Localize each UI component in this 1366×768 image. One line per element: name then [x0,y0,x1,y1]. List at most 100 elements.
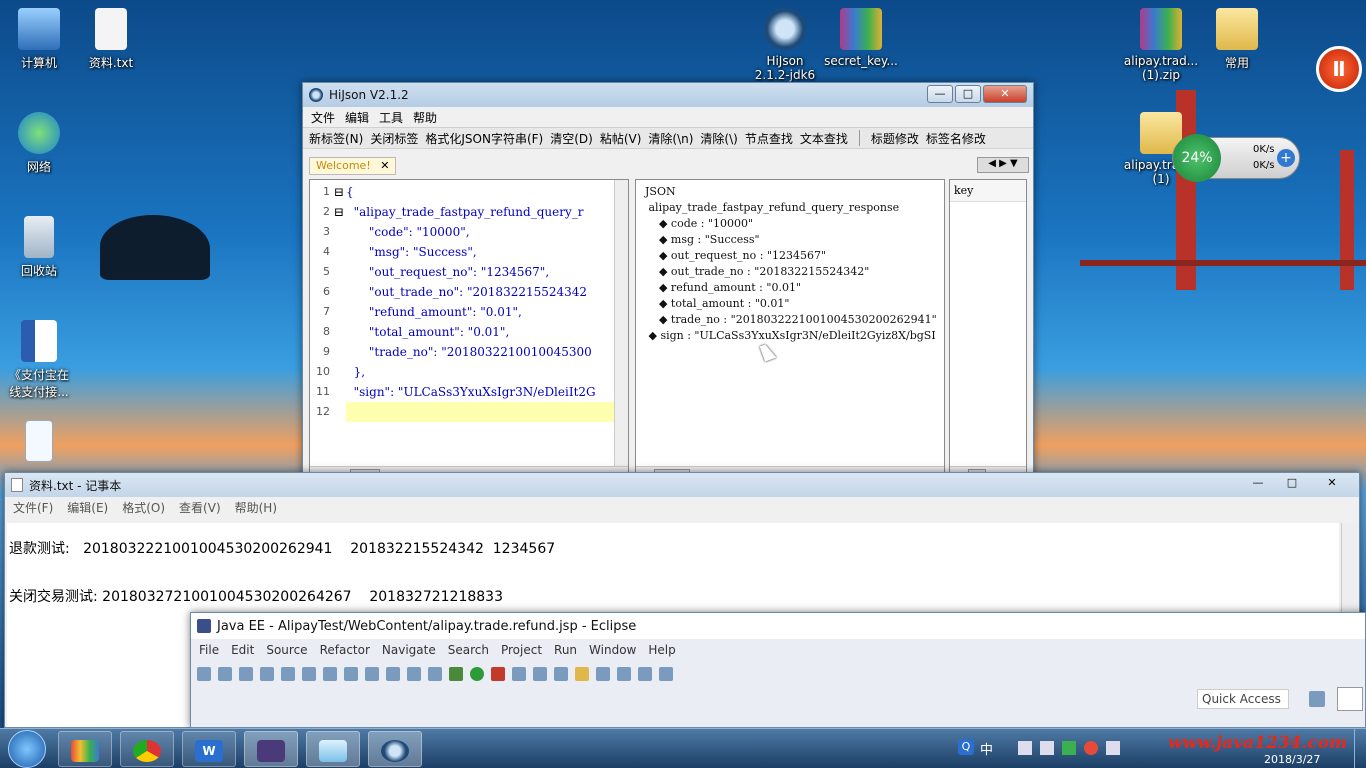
step-return-icon[interactable] [407,667,421,681]
step-into-icon[interactable] [365,667,379,681]
tree-node-msg[interactable]: ◆ msg : "Success" [638,232,937,248]
open-type-icon[interactable] [533,667,547,681]
tree-node-total-amount[interactable]: ◆ total_amount : "0.01" [638,296,937,312]
taskbar-app-notepad[interactable] [306,731,360,767]
json-tree-view[interactable]: JSON alipay_trade_fastpay_refund_query_r… [635,179,945,483]
save-all-icon[interactable] [239,667,253,681]
close-button[interactable]: ✕ [983,85,1027,103]
terminal-icon[interactable] [260,667,274,681]
menu-help[interactable]: 帮助 [413,109,437,126]
menu-file[interactable]: 文件 [311,109,335,126]
taskbar-app-eclipse[interactable] [244,731,298,767]
menu-run[interactable]: Run [554,643,577,657]
tab-welcome[interactable]: Welcome! ✕ [309,157,397,175]
minimize-button[interactable]: — [1243,475,1273,493]
skip-breakpoints-icon[interactable] [281,667,295,681]
menu-view[interactable]: 查看(V) [179,499,221,516]
menu-navigate[interactable]: Navigate [382,643,436,657]
taskbar-app-hijson[interactable] [368,731,422,767]
desktop-icon-common-folder[interactable]: 常用 [1198,8,1276,71]
suspend-icon[interactable] [323,667,337,681]
tree-node-trade-no[interactable]: ◆ trade_no : "20180322210010045302002629… [638,312,937,328]
start-button[interactable] [8,730,46,768]
menu-file[interactable]: 文件(F) [13,499,53,516]
menu-file[interactable]: File [199,643,219,657]
new-tab-button[interactable]: 新标签(N) [309,130,363,147]
menu-help[interactable]: 帮助(H) [235,499,277,516]
network-icon[interactable] [1018,741,1032,755]
open-folder-icon[interactable] [575,667,589,681]
maximize-button[interactable]: □ [1277,475,1307,493]
clear-newline-button[interactable]: 清除(\n) [648,130,693,147]
text-search-button[interactable]: 文本查找 [800,130,848,147]
menu-project[interactable]: Project [501,643,542,657]
tree-node-sign[interactable]: ◆ sign : "ULCaSs3YxuXsIgr3N/eDleiIt2Gyiz… [638,328,937,344]
desktop-icon-txt[interactable]: 资料.txt [72,8,150,71]
menu-edit[interactable]: Edit [231,643,254,657]
taskbar-app-colorful[interactable] [58,731,112,767]
quick-access-field[interactable]: Quick Access [1197,689,1289,709]
tab-close-icon[interactable]: ✕ [380,159,389,172]
json-text-editor[interactable]: 1 ⊟{ 2 ⊟ "alipay_trade_fastpay_refund_quer… [309,179,629,483]
close-tab-button[interactable]: 关闭标签 [370,130,418,147]
desktop-icon-alipay-zip[interactable]: alipay.trad... (1).zip [1122,8,1200,82]
shield-icon[interactable] [1062,741,1076,755]
save-icon[interactable] [218,667,232,681]
vertical-scrollbar[interactable] [614,180,628,468]
debug-icon[interactable] [449,667,463,681]
new-server-icon[interactable] [512,667,526,681]
search-icon[interactable] [554,667,568,681]
antivirus-icon[interactable] [1084,741,1098,755]
pause-record-icon[interactable]: Ⅱ [1316,46,1362,92]
volume-icon[interactable] [1106,741,1120,755]
input-method-icon[interactable]: Q [958,739,974,755]
taskbar-app-chrome[interactable] [120,731,174,767]
resume-icon[interactable] [302,667,316,681]
next-annotation-icon[interactable] [617,667,631,681]
maximize-button[interactable]: □ [955,85,981,103]
terminate-icon[interactable] [344,667,358,681]
title-edit-button[interactable]: 标题修改 [871,130,919,147]
show-whitespace-icon[interactable] [428,667,442,681]
clock-date[interactable]: 2018/3/27 [1264,753,1320,766]
desktop-icon-network[interactable]: 网络 [0,112,78,175]
notepad-titlebar[interactable]: 资料.txt - 记事本 — □ ✕ [5,473,1359,497]
menu-tools[interactable]: 工具 [379,109,403,126]
language-indicator[interactable]: 中 [980,739,993,758]
menu-edit[interactable]: 编辑 [345,109,369,126]
external-tools-icon[interactable] [491,667,505,681]
close-button[interactable]: ✕ [1311,475,1353,493]
desktop-icon-secret-key[interactable]: secret_key... [822,8,900,68]
menu-refactor[interactable]: Refactor [320,643,370,657]
show-desktop-button[interactable] [1354,729,1366,768]
taskbar-app-w[interactable]: W [182,731,236,767]
desktop-icon-word-doc[interactable]: 《支付宝在 线支付接... [0,320,78,400]
node-search-button[interactable]: 节点查找 [745,130,793,147]
display-icon[interactable] [1040,741,1054,755]
network-speed-widget[interactable]: 24% 0K/s 0K/s + [1172,134,1300,182]
clear-button[interactable]: 清空(D) [550,130,593,147]
menu-help[interactable]: Help [648,643,675,657]
tree-node-root[interactable]: JSON [638,184,937,200]
tree-node-code[interactable]: ◆ code : "10000" [638,216,937,232]
eclipse-titlebar[interactable]: Java EE - AlipayTest/WebContent/alipay.t… [191,613,1365,639]
menu-source[interactable]: Source [266,643,307,657]
desktop-icon-file[interactable] [0,420,78,466]
tab-name-edit-button[interactable]: 标签名修改 [926,130,986,147]
minimize-button[interactable]: — [927,85,953,103]
open-perspective-icon[interactable] [1309,691,1325,707]
menu-edit[interactable]: 编辑(E) [67,499,108,516]
paste-button[interactable]: 粘帖(V) [600,130,642,147]
back-icon[interactable] [638,667,652,681]
globe-icon[interactable] [596,667,610,681]
desktop-icon-computer[interactable]: 计算机 [0,8,78,71]
step-over-icon[interactable] [386,667,400,681]
new-icon[interactable] [197,667,211,681]
forward-icon[interactable] [659,667,673,681]
tree-node-refund-amount[interactable]: ◆ refund_amount : "0.01" [638,280,937,296]
java-ee-perspective-button[interactable] [1337,687,1363,711]
menu-window[interactable]: Window [589,643,636,657]
menu-search[interactable]: Search [448,643,489,657]
key-column-header[interactable]: key [950,180,1026,202]
hijson-titlebar[interactable]: HiJson V2.1.2 — □ ✕ [303,83,1033,107]
